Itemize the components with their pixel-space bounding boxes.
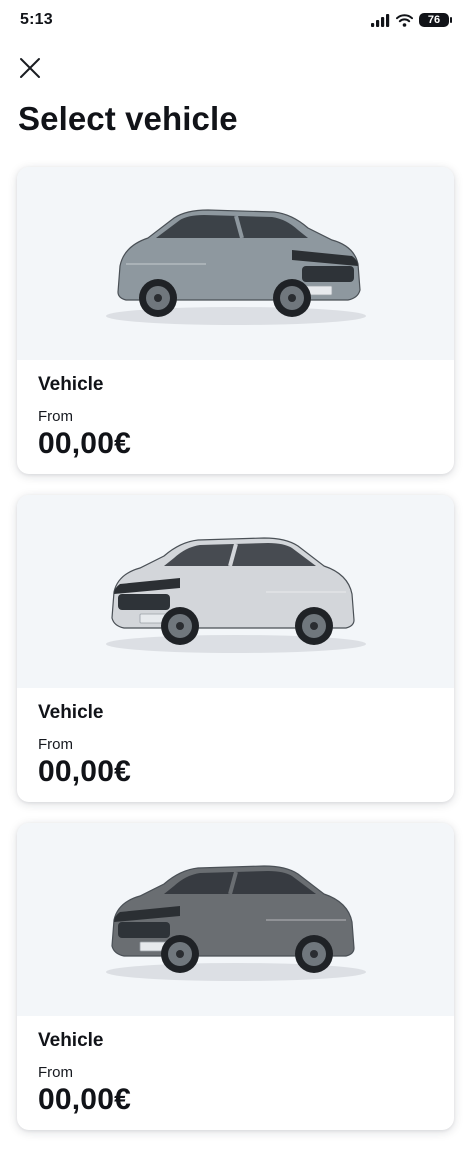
vehicle-price: 00,00€ [38,755,131,788]
vehicle-from-label: From [38,736,73,753]
vehicle-image [17,823,454,1016]
wifi-icon [396,13,413,27]
vehicle-image [17,167,454,360]
vehicle-name: Vehicle [38,702,104,723]
vehicle-from-label: From [38,1064,73,1081]
vehicle-card[interactable]: Vehicle From 00,00€ [17,167,454,474]
vehicle-info: Vehicle From 00,00€ [17,688,454,789]
signal-icon [371,13,390,27]
status-time: 5:13 [20,11,53,28]
status-icons: 76 [371,13,452,27]
vehicle-price: 00,00€ [38,427,131,460]
vehicle-list: Vehicle From 00,00€ Vehicle From 00,00€ … [17,167,454,1151]
vehicle-info: Vehicle From 00,00€ [17,360,454,461]
page-title: Select vehicle [18,100,238,137]
vehicle-name: Vehicle [38,1030,104,1051]
vehicle-price: 00,00€ [38,1083,131,1116]
vehicle-from-label: From [38,408,73,425]
vehicle-image [17,495,454,688]
close-button[interactable] [14,52,46,84]
car-illustration [105,208,366,325]
car-illustration [105,536,366,653]
close-icon [20,58,40,78]
status-bar: 5:13 76 [0,0,471,44]
vehicle-name: Vehicle [38,374,104,395]
vehicle-info: Vehicle From 00,00€ [17,1016,454,1117]
vehicle-card[interactable]: Vehicle From 00,00€ [17,495,454,802]
vehicle-card[interactable]: Vehicle From 00,00€ [17,823,454,1130]
car-illustration [105,864,366,981]
battery-icon: 76 [419,13,452,27]
